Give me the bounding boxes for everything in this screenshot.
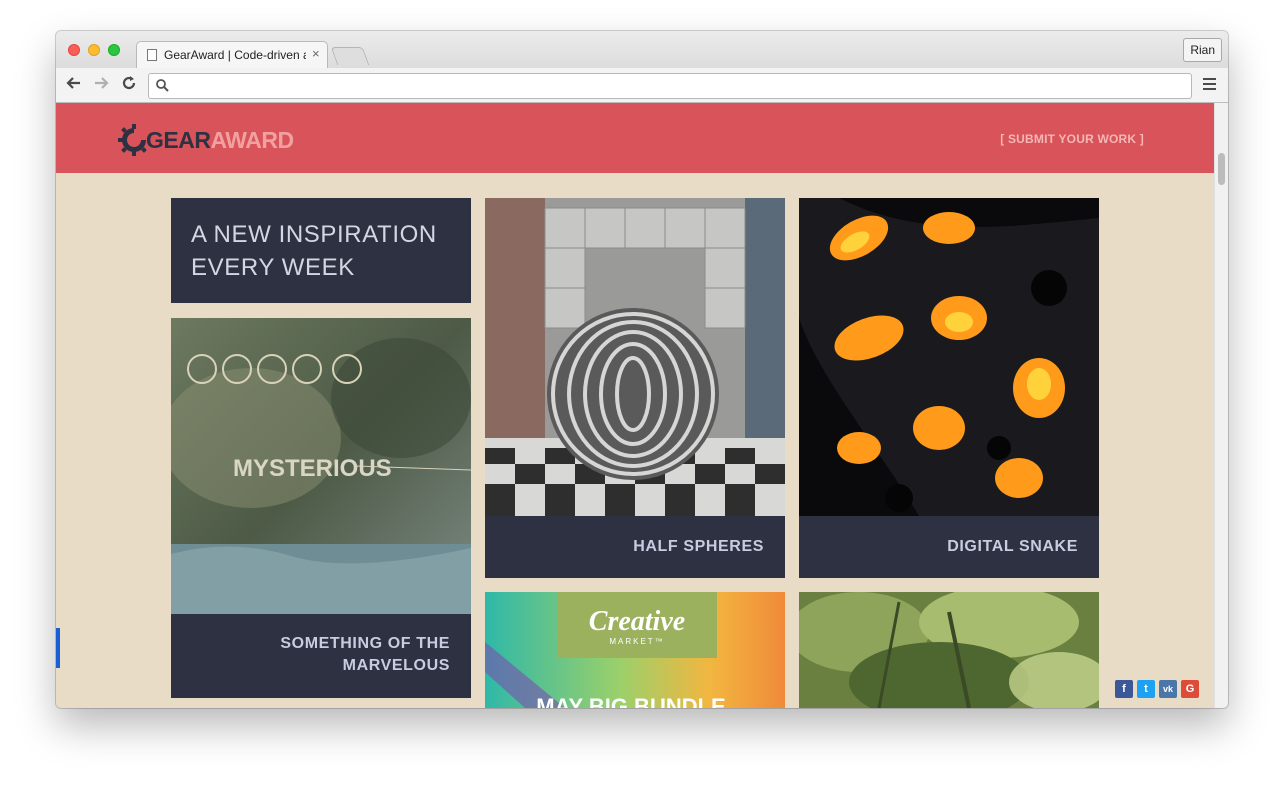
project-card-half-spheres[interactable]: HALF SPHERES <box>485 198 785 578</box>
address-bar[interactable] <box>148 73 1192 99</box>
reload-icon[interactable] <box>120 74 138 96</box>
card-title: HALF SPHERES <box>633 538 764 555</box>
close-icon[interactable]: × <box>312 46 320 61</box>
twitter-share-icon[interactable]: t <box>1137 680 1155 698</box>
card-title: DIGITAL SNAKE <box>947 538 1078 555</box>
project-thumbnail <box>485 198 785 516</box>
logo-text-gear: GEAR <box>146 126 211 153</box>
search-icon <box>155 78 170 98</box>
scroll-thumb[interactable] <box>1218 153 1225 185</box>
project-card-forest[interactable] <box>799 592 1099 708</box>
project-thumbnail <box>799 198 1099 516</box>
site-header: GEAR AWARD [ SUBMIT YOUR WORK ] <box>56 103 1214 173</box>
profile-button[interactable]: Rian <box>1183 38 1222 62</box>
document-icon <box>147 49 157 61</box>
bundle-title: MAY BIG BUNDLE <box>536 694 725 708</box>
zoom-window-button[interactable] <box>108 44 120 56</box>
project-card-marvelous[interactable]: MYSTERIOUS SOMETHING OF THE MARVELOUS <box>171 318 471 698</box>
page-scrollbar[interactable] <box>1214 103 1228 708</box>
tab-title: GearAward | Code-driven a <box>164 48 306 62</box>
submit-work-link[interactable]: [ SUBMIT YOUR WORK ] <box>1000 132 1144 146</box>
tagline-text: A NEW INSPIRATION EVERY WEEK <box>191 221 437 281</box>
card-caption: DIGITAL SNAKE <box>799 516 1099 578</box>
card-title: SOMETHING OF THE MARVELOUS <box>280 635 450 674</box>
project-card-creative-market[interactable]: Creative MARKET™ MAY BIG BUNDLE <box>485 592 785 708</box>
project-card-digital-snake[interactable]: DIGITAL SNAKE <box>799 198 1099 578</box>
site-logo[interactable]: GEAR AWARD <box>118 123 294 157</box>
hamburger-menu-icon[interactable] <box>1203 78 1216 90</box>
browser-window: GearAward | Code-driven a × Rian GEAR AW… <box>56 31 1228 708</box>
forward-arrow-icon[interactable] <box>92 74 110 96</box>
browser-tab[interactable]: GearAward | Code-driven a × <box>136 41 328 68</box>
minimize-window-button[interactable] <box>88 44 100 56</box>
vk-share-icon[interactable]: vk <box>1159 680 1177 698</box>
browser-toolbar <box>56 68 1228 103</box>
tagline-banner: A NEW INSPIRATION EVERY WEEK <box>171 198 471 303</box>
creative-market-logo: Creative <box>589 606 685 637</box>
facebook-share-icon[interactable]: f <box>1115 680 1133 698</box>
project-thumbnail <box>799 592 1099 708</box>
logo-text-award: AWARD <box>210 126 294 153</box>
creative-market-sub: MARKET™ <box>609 637 664 646</box>
title-bar: GearAward | Code-driven a × Rian <box>56 31 1228 68</box>
project-thumbnail: Creative MARKET™ MAY BIG BUNDLE <box>485 592 785 708</box>
new-tab-button[interactable] <box>330 47 370 65</box>
thumbnail-title: MYSTERIOUS <box>233 455 392 482</box>
card-caption: HALF SPHERES <box>485 516 785 578</box>
close-window-button[interactable] <box>68 44 80 56</box>
edge-indicator <box>56 628 60 668</box>
card-caption: SOMETHING OF THE MARVELOUS <box>171 614 471 698</box>
back-arrow-icon[interactable] <box>65 74 83 96</box>
page-viewport: GEAR AWARD [ SUBMIT YOUR WORK ] A NEW IN… <box>56 103 1214 708</box>
project-thumbnail: MYSTERIOUS <box>171 318 471 614</box>
google-share-icon[interactable]: G <box>1181 680 1199 698</box>
